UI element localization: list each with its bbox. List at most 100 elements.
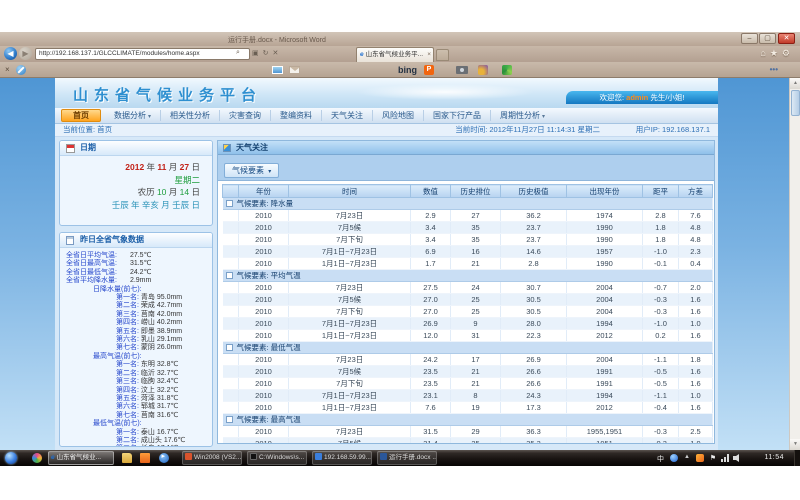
new-tab-button[interactable] (436, 49, 449, 61)
camera-icon[interactable] (456, 66, 468, 74)
nav-item-2[interactable]: 相关性分析 (161, 110, 220, 121)
scroll-up-icon[interactable]: ▲ (790, 78, 800, 89)
nav-item-3[interactable]: 灾害查询 (220, 110, 271, 121)
blocked-circle-icon[interactable] (16, 65, 26, 75)
action-center-flag-icon[interactable]: ⚑ (710, 454, 716, 462)
browser-tab[interactable]: e山东省气候业务平... × (356, 47, 434, 62)
table-cell: 1994 (567, 318, 643, 330)
nav-item-7[interactable]: 国家下行产品 (424, 110, 491, 121)
start-button[interactable] (5, 452, 17, 464)
network-icon[interactable] (721, 454, 730, 464)
table-row[interactable]: 20107月23日27.52430.72004-0.72.0 (223, 282, 713, 294)
close-button[interactable]: ✕ (778, 33, 795, 44)
orange-app-icon[interactable]: P (424, 65, 434, 75)
table-row[interactable]: 20107月23日31.52936.31955,1951-0.32.5 (223, 426, 713, 438)
nav-item-0[interactable]: 首页 (61, 109, 101, 122)
table-cell: -1.1 (643, 390, 679, 402)
scroll-down-icon[interactable]: ▼ (790, 439, 800, 450)
nav-item-4[interactable]: 整编资料 (271, 110, 322, 121)
antivirus-icon[interactable] (670, 454, 678, 462)
table-cell: 23.7 (501, 234, 567, 246)
table-row[interactable]: 20107月1日~7月23日6.91614.61957-1.02.3 (223, 246, 713, 258)
picture-icon[interactable] (272, 66, 283, 74)
weather-rank-line: 第四名: 汶上 32.2℃ (66, 387, 210, 395)
media-player-icon[interactable] (159, 453, 169, 463)
table-header-row: 年份时间数值历史排位历史极值出现年份距平方差 (223, 185, 713, 198)
more-options-icon[interactable]: ••• (770, 65, 778, 74)
share-icon[interactable] (478, 65, 488, 75)
pinwheel-icon[interactable] (32, 453, 42, 463)
taskbar-button-label: 192.168.59.99... (324, 454, 371, 461)
climate-element-button[interactable]: 气候要素 ▾ (224, 163, 279, 178)
table-row[interactable]: 20107月1日~7月23日23.1824.31994-1.11.0 (223, 390, 713, 402)
table-row[interactable]: 20101月1日~7月23日12.03122.320120.21.6 (223, 330, 713, 342)
table-cell: 2010 (239, 234, 289, 246)
table-row[interactable]: 20107月下旬23.52126.61991-0.51.6 (223, 378, 713, 390)
row-select-cell (223, 222, 239, 234)
main-panel: 天气关注 气候要素 ▾ (217, 140, 715, 444)
group-checkbox[interactable] (226, 200, 233, 207)
tools-gear-icon[interactable]: ⚙ (782, 48, 794, 58)
table-row[interactable]: 20107月5候3.43523.719901.84.8 (223, 222, 713, 234)
volume-icon[interactable] (733, 454, 742, 464)
group-checkbox[interactable] (226, 272, 233, 279)
table-row[interactable]: 20107月5候23.52126.61991-0.51.6 (223, 366, 713, 378)
date-year-unit: 年 (144, 162, 157, 172)
clock[interactable]: 11:54 (765, 454, 785, 461)
table-row[interactable]: 20107月23日2.92736.219742.87.6 (223, 210, 713, 222)
bing-logo[interactable]: bing (398, 65, 417, 75)
close-toolbar-icon[interactable]: × (5, 65, 10, 74)
table-row[interactable]: 20107月5候27.02530.52004-0.31.6 (223, 294, 713, 306)
table-row[interactable]: 20107月下旬3.43523.719901.84.8 (223, 234, 713, 246)
rank-label: 第一名: (116, 294, 139, 301)
table-row[interactable]: 20101月1日~7月23日7.61917.32012-0.41.6 (223, 402, 713, 414)
scrollbar-thumb[interactable] (791, 90, 800, 116)
weather-summary-line: 全省日最低气温: 24.2℃ (66, 269, 210, 277)
green-widget-icon[interactable] (502, 65, 512, 75)
rank-value: 长岛 17.1℃ (139, 445, 178, 447)
nav-item-1[interactable]: 数据分析▾ (105, 110, 161, 121)
table-cell: 1.7 (411, 258, 451, 270)
table-cell: -1.1 (643, 354, 679, 366)
search-icon[interactable]: ⌕ (236, 49, 240, 57)
taskbar-button-3[interactable]: 运行手册.docx ... (377, 451, 437, 465)
group-checkbox[interactable] (226, 416, 233, 423)
favorites-star-icon[interactable]: ★ (770, 48, 782, 58)
window-titlebar[interactable]: 运行手册.docx - Microsoft Word – ▢ ✕ (0, 32, 800, 46)
address-bar[interactable]: http://192.168.137.1/GLCCLIMATE/modules/… (35, 48, 250, 60)
compatibility-view-icon[interactable]: ▣ (252, 50, 263, 57)
nav-item-8[interactable]: 周期性分析▾ (491, 110, 554, 121)
weather-rank-line: 第三名: 长岛 17.1℃ (66, 445, 210, 447)
table-cell: 17.3 (501, 402, 567, 414)
vertical-scrollbar[interactable]: ▲ ▼ (789, 78, 800, 450)
stop-icon[interactable]: ✕ (273, 50, 283, 57)
show-desktop-button[interactable] (794, 450, 800, 466)
back-button[interactable]: ◀ (4, 47, 17, 60)
row-select-cell (223, 438, 239, 445)
nav-item-6[interactable]: 风险地图 (373, 110, 424, 121)
table-row[interactable]: 20107月23日24.21726.92004-1.11.8 (223, 354, 713, 366)
tray-expand-icon[interactable]: ▲ (684, 454, 690, 460)
taskbar-button-0[interactable]: Win2008 (VS2... (182, 451, 242, 465)
orange-app-taskbar-icon[interactable] (140, 453, 150, 463)
nav-item-5[interactable]: 天气关注 (322, 110, 373, 121)
forward-button[interactable]: ▶ (19, 47, 32, 60)
table-row[interactable]: 20101月1日~7月23日1.7212.81990-0.10.4 (223, 258, 713, 270)
refresh-icon[interactable]: ↻ (263, 50, 273, 57)
fox-icon[interactable] (696, 454, 704, 462)
home-icon[interactable]: ⌂ (760, 48, 769, 58)
table-row[interactable]: 20107月1日~7月23日26.9928.01994-1.01.0 (223, 318, 713, 330)
maximize-button[interactable]: ▢ (759, 33, 776, 44)
group-checkbox[interactable] (226, 344, 233, 351)
explorer-folder-icon[interactable] (122, 453, 132, 463)
taskbar-button-1[interactable]: C:\Windows\s... (247, 451, 307, 465)
rank-value: 郓城 31.7℃ (139, 403, 178, 410)
tab-close-icon[interactable]: × (427, 48, 431, 61)
taskbar-button-2[interactable]: 192.168.59.99... (312, 451, 372, 465)
table-row[interactable]: 20107月5候31.42535.31951-0.31.9 (223, 438, 713, 445)
minimize-button[interactable]: – (741, 33, 758, 44)
mail-icon[interactable] (289, 66, 300, 74)
table-row[interactable]: 20107月下旬27.02530.52004-0.31.6 (223, 306, 713, 318)
taskbar-ie-button[interactable]: e山东省气候业... (48, 451, 114, 465)
ime-indicator[interactable]: 中 (657, 454, 664, 464)
